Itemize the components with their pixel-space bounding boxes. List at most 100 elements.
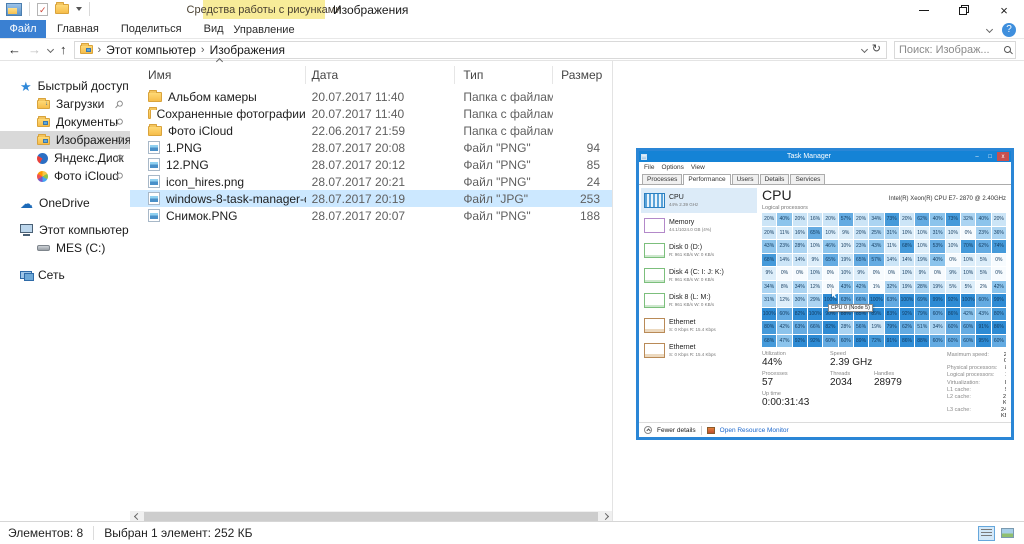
tm-title: Task Manager (647, 153, 971, 160)
tm-disk-icon (644, 268, 665, 283)
refresh-icon[interactable]: ↻ (872, 44, 881, 55)
title-bar: Средства работы с рисунками Изображения … (0, 0, 1024, 20)
column-header[interactable]: Дата (306, 66, 456, 84)
file-row[interactable]: 1.PNG28.07.2017 20:08Файл "PNG"94 (130, 139, 612, 156)
tm-core-cell: 100% (808, 308, 822, 321)
tm-cpu-model: Intel(R) Xeon(R) CPU E7- 2870 @ 2.40GHz (889, 196, 1006, 202)
tm-title-bar: Task Manager – □ x (639, 151, 1011, 162)
tm-core-cell: 20% (762, 227, 776, 240)
sidebar-item[interactable]: ↓Загрузки (0, 95, 130, 113)
sidebar-item[interactable]: ☁OneDrive (0, 194, 130, 212)
customize-qat-chevron-icon[interactable] (76, 7, 82, 11)
folder-icon (148, 109, 151, 119)
search-input[interactable] (899, 44, 1002, 56)
minimize-button[interactable] (904, 0, 944, 20)
sidebar-item[interactable]: Фото iCloud (0, 167, 130, 185)
column-header[interactable]: Имя (130, 66, 306, 84)
tm-tab: Services (790, 174, 825, 184)
restore-button[interactable] (944, 0, 984, 20)
file-row[interactable]: Сохраненные фотографии20.07.2017 11:40Па… (130, 105, 612, 122)
new-folder-qat-icon[interactable] (55, 4, 69, 14)
file-row[interactable]: windows-8-task-manager-cores...28.07.201… (130, 190, 612, 207)
tm-stat-label: L3 cache: (947, 407, 1001, 419)
horizontal-scrollbar[interactable] (130, 511, 612, 521)
tm-core-cell: 72% (869, 335, 883, 348)
file-name-cell: 12.PNG (130, 158, 306, 172)
window-title: Изображения (333, 3, 408, 17)
tm-core-cell: 0% (823, 281, 837, 294)
tm-core-cell: 82% (823, 321, 837, 334)
help-icon[interactable]: ? (1002, 23, 1016, 37)
back-button[interactable]: ← (8, 43, 21, 56)
thumbnails-view-button[interactable] (999, 526, 1016, 541)
details-view-button[interactable] (978, 526, 995, 541)
file-name: icon_hires.png (166, 175, 244, 189)
file-list-pane: ИмяДатаТипРазмер Альбом камеры20.07.2017… (130, 61, 613, 521)
separator (89, 2, 90, 16)
file-name-cell: Альбом камеры (130, 90, 306, 104)
sidebar-item[interactable]: Этот компьютер (0, 221, 130, 239)
tm-core-cell: 42% (992, 281, 1006, 294)
tm-core-cell: 23% (854, 240, 868, 253)
file-row[interactable]: Фото iCloud22.06.2017 21:59Папка с файла… (130, 122, 612, 139)
tm-fewer-details-label: Fewer details (657, 427, 696, 434)
tm-core-cell: 5% (961, 281, 975, 294)
tm-sidebar-item-name: Memory (669, 219, 711, 227)
tm-core-cell: 60% (961, 335, 975, 348)
tm-footer: Fewer details Open Resource Monitor (639, 422, 1011, 437)
tm-core-cell: 79% (915, 308, 929, 321)
sidebar-item[interactable]: Сеть (0, 266, 130, 284)
tm-core-cell: 79% (885, 321, 899, 334)
tm-cpu-heading: CPU (762, 187, 792, 203)
breadcrumb-pictures[interactable]: Изображения (210, 43, 285, 57)
yandex-disk-icon (37, 153, 48, 164)
sidebar-item[interactable]: Изображения (0, 131, 130, 149)
sidebar-item[interactable]: Документы (0, 113, 130, 131)
tm-core-cell: 65% (854, 254, 868, 267)
tm-sidebar-item-sub: 44% 2.39 GHz (669, 202, 698, 208)
sidebar-item[interactable]: ★Быстрый доступ (0, 77, 130, 95)
tab-file[interactable]: Файл (0, 20, 46, 38)
tm-core-cell: 14% (900, 254, 914, 267)
tm-sidebar-item-text: CPU44% 2.39 GHz (669, 194, 698, 208)
search-box[interactable] (894, 41, 1016, 59)
scrollbar-thumb[interactable] (144, 512, 598, 521)
recent-locations-chevron-icon[interactable] (47, 46, 54, 53)
file-row[interactable]: Снимок.PNG28.07.2017 20:07Файл "PNG"188 (130, 207, 612, 224)
tm-stat-row: L2 cache:20480 KB (947, 394, 1006, 406)
tab-manage[interactable]: Управление (203, 20, 325, 39)
column-header[interactable]: Размер (553, 66, 612, 84)
tm-core-cell: 88% (915, 335, 929, 348)
scroll-left-arrow-icon[interactable] (130, 514, 144, 519)
ribbon-tab-row: Файл ГлавнаяПоделитьсяВид Управление ? (0, 20, 1024, 39)
pin-icon (112, 98, 125, 111)
scroll-right-arrow-icon[interactable] (598, 514, 612, 519)
sidebar-item[interactable]: Яндекс.Диск (0, 149, 130, 167)
file-row[interactable]: icon_hires.png28.07.2017 20:21Файл "PNG"… (130, 173, 612, 190)
breadcrumb-this-pc[interactable]: Этот компьютер (106, 43, 196, 57)
sidebar-item[interactable]: MES (C:) (0, 239, 130, 257)
search-icon[interactable] (1004, 46, 1011, 53)
tm-core-cell: 53% (930, 240, 944, 253)
file-row[interactable]: 12.PNG28.07.2017 20:12Файл "PNG"85 (130, 156, 612, 173)
forward-button[interactable]: → (28, 43, 41, 56)
tm-core-cell: 23% (777, 240, 791, 253)
tm-core-cell: 51% (915, 321, 929, 334)
address-dropdown-chevron-icon[interactable] (861, 46, 868, 53)
file-type: Файл "JPG" (455, 192, 553, 206)
ribbon-tab[interactable]: Главная (46, 20, 110, 38)
tm-core-cell: 1% (869, 281, 883, 294)
up-button[interactable]: ↑ (60, 43, 67, 56)
selection-info: Выбран 1 элемент: 252 КБ (104, 526, 252, 540)
properties-qat-icon[interactable] (37, 3, 48, 16)
close-button[interactable]: × (984, 0, 1024, 20)
column-header[interactable]: Тип (455, 66, 553, 84)
collapse-ribbon-chevron-icon[interactable] (986, 26, 993, 33)
tm-uptime-value: 0:00:31:43 (762, 397, 809, 408)
ribbon-tab[interactable]: Поделиться (110, 20, 193, 38)
tm-menu-item: View (691, 164, 705, 171)
tm-sidebar-item-name: Disk 4 (C: I: J: K:) (669, 269, 724, 277)
tm-core-cell: 92% (946, 294, 960, 307)
file-row[interactable]: Альбом камеры20.07.2017 11:40Папка с фай… (130, 88, 612, 105)
address-box[interactable]: › Этот компьютер › Изображения ↻ (74, 41, 888, 59)
